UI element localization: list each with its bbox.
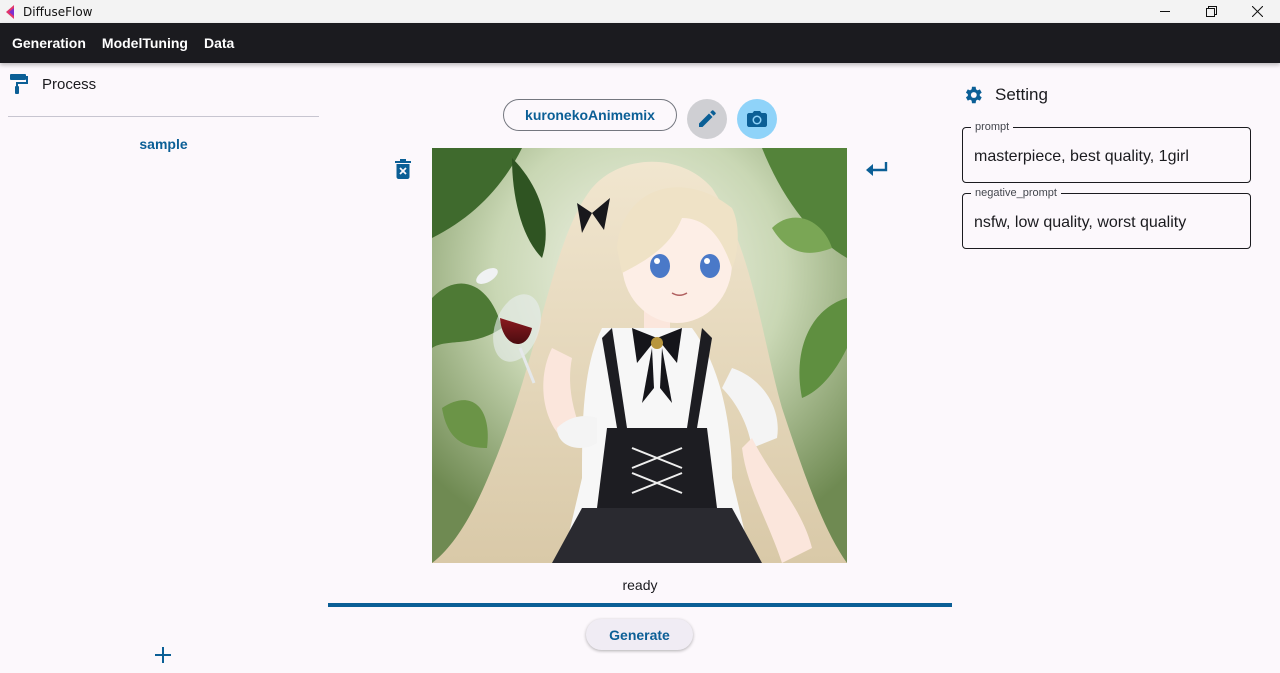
status-text: ready <box>622 577 658 593</box>
negative-prompt-label: negative_prompt <box>971 187 1061 200</box>
gear-icon <box>965 86 982 104</box>
app-logo-icon <box>6 4 14 19</box>
prompt-label: prompt <box>971 121 1014 134</box>
pencil-icon <box>699 110 716 127</box>
close-icon <box>1251 6 1263 17</box>
menu-data[interactable]: Data <box>204 35 234 51</box>
setting-header: Setting <box>962 84 1048 106</box>
restore-icon <box>1205 6 1217 17</box>
menu-bar: Generation ModelTuning Data <box>0 23 1280 63</box>
delete-forever-icon <box>395 159 411 179</box>
close-button[interactable] <box>1234 0 1280 23</box>
process-panel: Process sample <box>0 63 327 673</box>
progress-bar <box>328 603 952 607</box>
return-button[interactable] <box>865 157 889 181</box>
process-title: Process <box>42 75 97 93</box>
return-arrow-icon <box>866 162 888 176</box>
generated-image <box>432 148 847 563</box>
camera-icon <box>747 111 767 127</box>
plus-icon <box>155 647 171 663</box>
minimize-icon <box>1159 11 1170 12</box>
delete-image-button[interactable] <box>391 157 415 181</box>
minimize-button[interactable] <box>1142 0 1188 23</box>
process-item-sample[interactable]: sample <box>8 131 319 157</box>
negative-prompt-field[interactable]: negative_prompt nsfw, low quality, worst… <box>962 187 1251 249</box>
prompt-field[interactable]: prompt masterpiece, best quality, 1girl <box>962 121 1251 183</box>
negative-prompt-value[interactable]: nsfw, low quality, worst quality <box>974 214 1186 232</box>
title-bar: DiffuseFlow <box>0 0 1280 23</box>
menu-model-tuning[interactable]: ModelTuning <box>102 35 188 51</box>
progress-bar-fill <box>328 603 952 607</box>
process-divider <box>8 116 319 117</box>
window-controls <box>1142 0 1280 23</box>
model-selector-button[interactable]: kuronekoAnimemix <box>503 99 677 131</box>
prompt-value[interactable]: masterpiece, best quality, 1girl <box>974 148 1189 166</box>
camera-button[interactable] <box>737 99 777 139</box>
generate-button[interactable]: Generate <box>586 619 693 650</box>
edit-button[interactable] <box>687 99 727 139</box>
process-header: Process <box>10 74 96 94</box>
maximize-button[interactable] <box>1188 0 1234 23</box>
window-title: DiffuseFlow <box>23 4 93 19</box>
menu-generation[interactable]: Generation <box>12 35 86 51</box>
setting-title: Setting <box>995 85 1048 104</box>
generated-anime-girl-image <box>432 148 847 563</box>
paint-roller-icon <box>10 74 28 94</box>
add-process-button[interactable] <box>151 643 175 667</box>
